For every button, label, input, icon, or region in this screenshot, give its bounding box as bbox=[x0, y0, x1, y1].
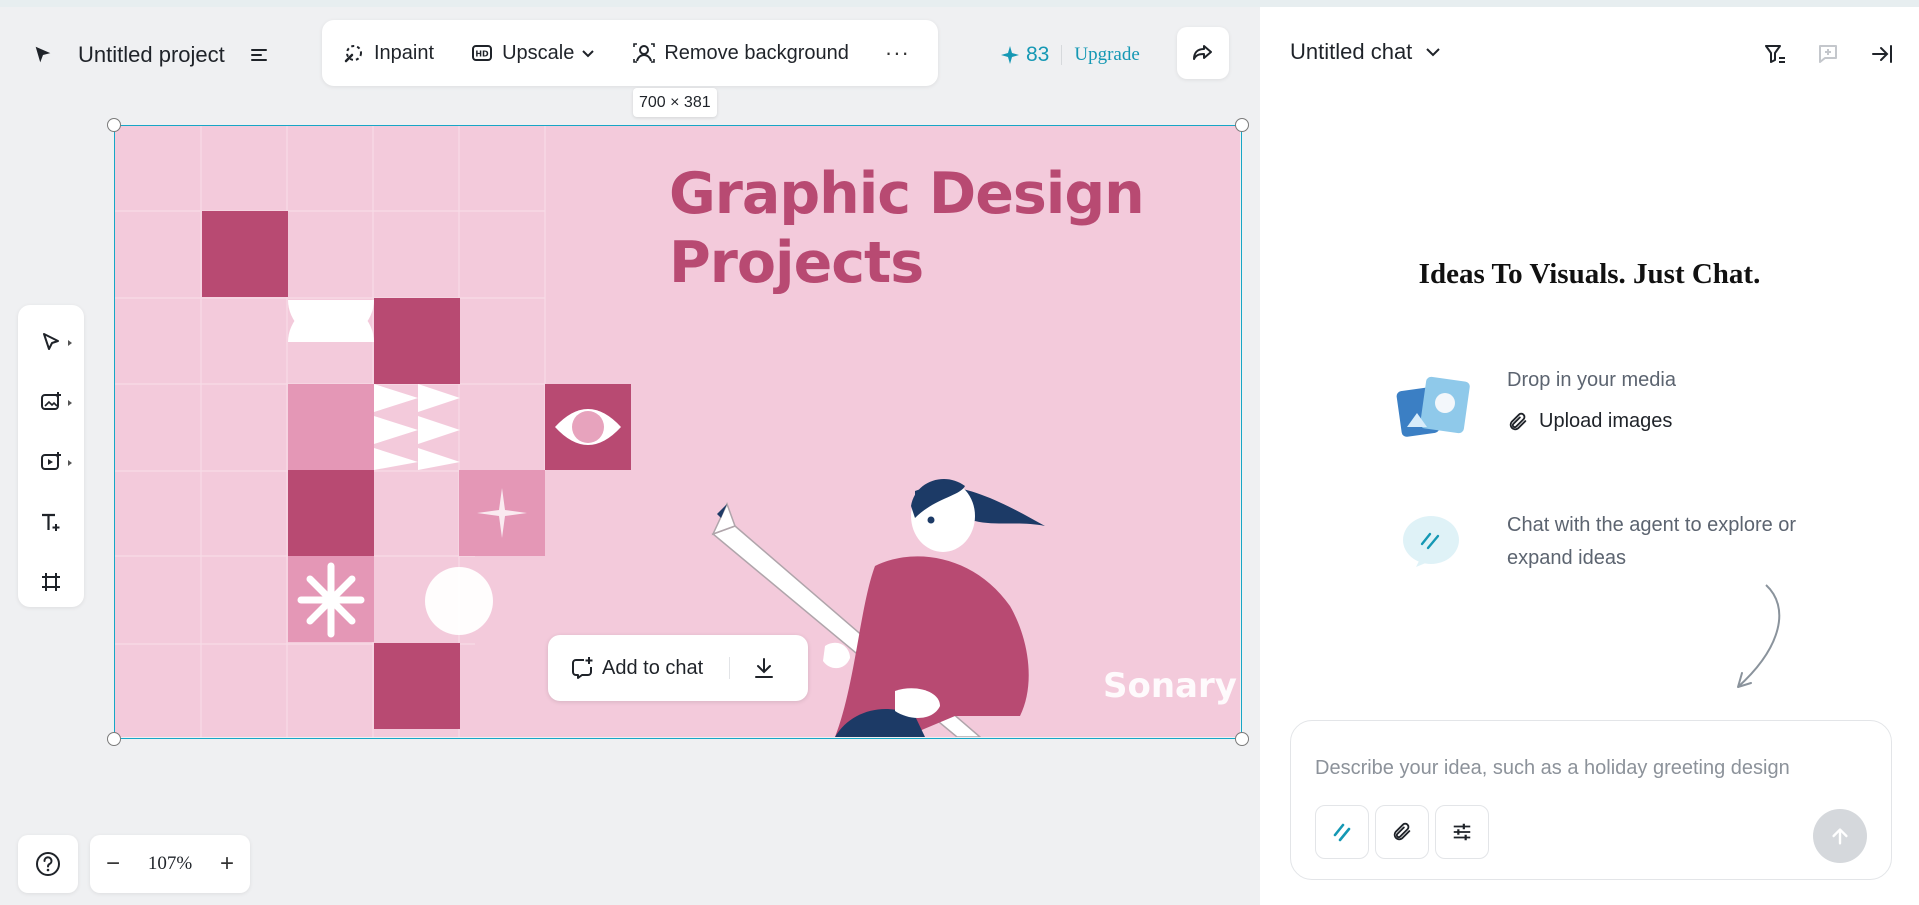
upload-images-button[interactable]: Upload images bbox=[1507, 410, 1672, 433]
upgrade-link[interactable]: Upgrade bbox=[1074, 44, 1139, 66]
upload-images-label: Upload images bbox=[1539, 410, 1673, 432]
chat-title-dropdown[interactable]: Untitled chat bbox=[1290, 39, 1442, 65]
media-hint: Drop in your media bbox=[1507, 369, 1676, 391]
design-title-line: Graphic Design bbox=[669, 161, 1145, 227]
inpaint-button[interactable]: Inpaint bbox=[342, 41, 434, 65]
video-add-icon bbox=[41, 452, 61, 470]
send-icon bbox=[1832, 828, 1848, 845]
image-add-tool[interactable] bbox=[36, 387, 66, 417]
top-border bbox=[0, 0, 1919, 7]
collapse-panel-icon bbox=[1872, 45, 1892, 63]
project-name[interactable]: Untitled project bbox=[78, 42, 225, 68]
select-icon bbox=[43, 333, 59, 350]
upscale-button[interactable]: HD Upscale bbox=[470, 41, 596, 65]
curved-arrow-icon bbox=[1737, 584, 1781, 688]
new-chat-icon bbox=[1819, 45, 1837, 63]
dimensions-label: 700 × 381 bbox=[633, 88, 717, 117]
settings-button[interactable] bbox=[1435, 805, 1489, 859]
remove-background-button[interactable]: Remove background bbox=[632, 41, 849, 65]
image-floating-actions: Add to chat bbox=[548, 635, 808, 701]
design-title-line: Projects bbox=[669, 230, 924, 296]
select-tool[interactable] bbox=[36, 327, 66, 357]
design-title: Graphic Design Projects bbox=[669, 160, 1145, 298]
chat-bubble-illustration-icon bbox=[1403, 516, 1459, 567]
image-add-icon bbox=[41, 392, 61, 410]
filter-button[interactable] bbox=[1762, 41, 1788, 67]
text-add-tool[interactable] bbox=[36, 507, 66, 537]
chevron-down-icon bbox=[582, 50, 595, 58]
share-icon bbox=[1193, 45, 1212, 60]
hd-icon: HD bbox=[472, 45, 493, 61]
new-chat-button[interactable] bbox=[1815, 41, 1841, 67]
download-icon[interactable] bbox=[752, 656, 776, 680]
share-button[interactable] bbox=[1177, 27, 1229, 79]
help-button[interactable] bbox=[18, 835, 78, 893]
zoom-in-button[interactable]: + bbox=[220, 852, 234, 876]
inpaint-label: Inpaint bbox=[374, 41, 435, 64]
prompt-input[interactable]: Describe your idea, such as a holiday gr… bbox=[1315, 757, 1790, 780]
expand-arrow[interactable] bbox=[68, 340, 72, 346]
attach-icon bbox=[1509, 412, 1527, 430]
person-cutout-icon bbox=[633, 43, 656, 63]
filter-icon bbox=[1765, 45, 1785, 63]
resize-handle[interactable] bbox=[1235, 732, 1249, 746]
resize-handle[interactable] bbox=[107, 732, 121, 746]
more-options-button[interactable]: ··· bbox=[885, 40, 910, 66]
video-add-tool[interactable] bbox=[36, 447, 66, 477]
design-brand: Sonary bbox=[1103, 666, 1237, 706]
zoom-level[interactable]: 107% bbox=[148, 853, 192, 875]
resize-handle[interactable] bbox=[107, 118, 121, 132]
send-button[interactable] bbox=[1813, 809, 1867, 863]
zoom-control: − 107% + bbox=[90, 835, 250, 893]
divider bbox=[729, 657, 731, 679]
tool-rail bbox=[18, 305, 84, 607]
upscale-label: Upscale bbox=[502, 41, 575, 64]
settings-sliders-icon bbox=[1453, 823, 1471, 841]
agent-hint: Chat with the agent to explore or expand… bbox=[1507, 514, 1797, 569]
menu-icon[interactable] bbox=[249, 45, 269, 65]
sparkle-icon bbox=[1001, 46, 1019, 64]
remove-background-label: Remove background bbox=[664, 41, 849, 64]
attach-icon bbox=[1393, 822, 1411, 841]
help-icon bbox=[36, 852, 60, 876]
expand-arrow[interactable] bbox=[68, 400, 72, 406]
credit-count: 83 bbox=[1026, 43, 1050, 66]
zoom-out-button[interactable]: − bbox=[106, 852, 120, 876]
svg-text:HD: HD bbox=[475, 50, 489, 59]
expand-arrow[interactable] bbox=[68, 460, 72, 466]
add-to-chat-icon bbox=[572, 657, 593, 679]
chevron-down-icon bbox=[1426, 48, 1441, 57]
collapse-panel-button[interactable] bbox=[1869, 41, 1895, 67]
frame-tool[interactable] bbox=[36, 567, 66, 597]
credits-area: 83 Upgrade bbox=[1000, 37, 1140, 73]
project-header: Untitled project bbox=[32, 40, 269, 70]
prompt-input-box[interactable]: Describe your idea, such as a holiday gr… bbox=[1290, 720, 1892, 880]
divider bbox=[1061, 45, 1063, 65]
chat-panel: Untitled chat Ideas To Visuals. Just Cha… bbox=[1260, 7, 1919, 905]
cursor-logo-icon[interactable] bbox=[32, 44, 54, 66]
frame-icon bbox=[42, 573, 60, 591]
image-toolbar: Inpaint HD Upscale Remove background ··· bbox=[322, 20, 938, 86]
add-to-chat-button[interactable]: Add to chat bbox=[602, 657, 703, 680]
media-illustration-icon bbox=[1396, 376, 1470, 437]
attach-button[interactable] bbox=[1375, 805, 1429, 859]
canvas-area[interactable]: Untitled project Inpaint HD Upscale Remo… bbox=[0, 7, 1260, 905]
text-add-icon bbox=[42, 513, 60, 531]
resize-handle[interactable] bbox=[1235, 118, 1249, 132]
chat-title: Untitled chat bbox=[1290, 39, 1413, 64]
chat-tagline: Ideas To Visuals. Just Chat. bbox=[1418, 258, 1761, 290]
agent-icon bbox=[1333, 823, 1351, 842]
agent-mode-button[interactable] bbox=[1315, 805, 1369, 859]
inpaint-icon bbox=[344, 45, 362, 63]
